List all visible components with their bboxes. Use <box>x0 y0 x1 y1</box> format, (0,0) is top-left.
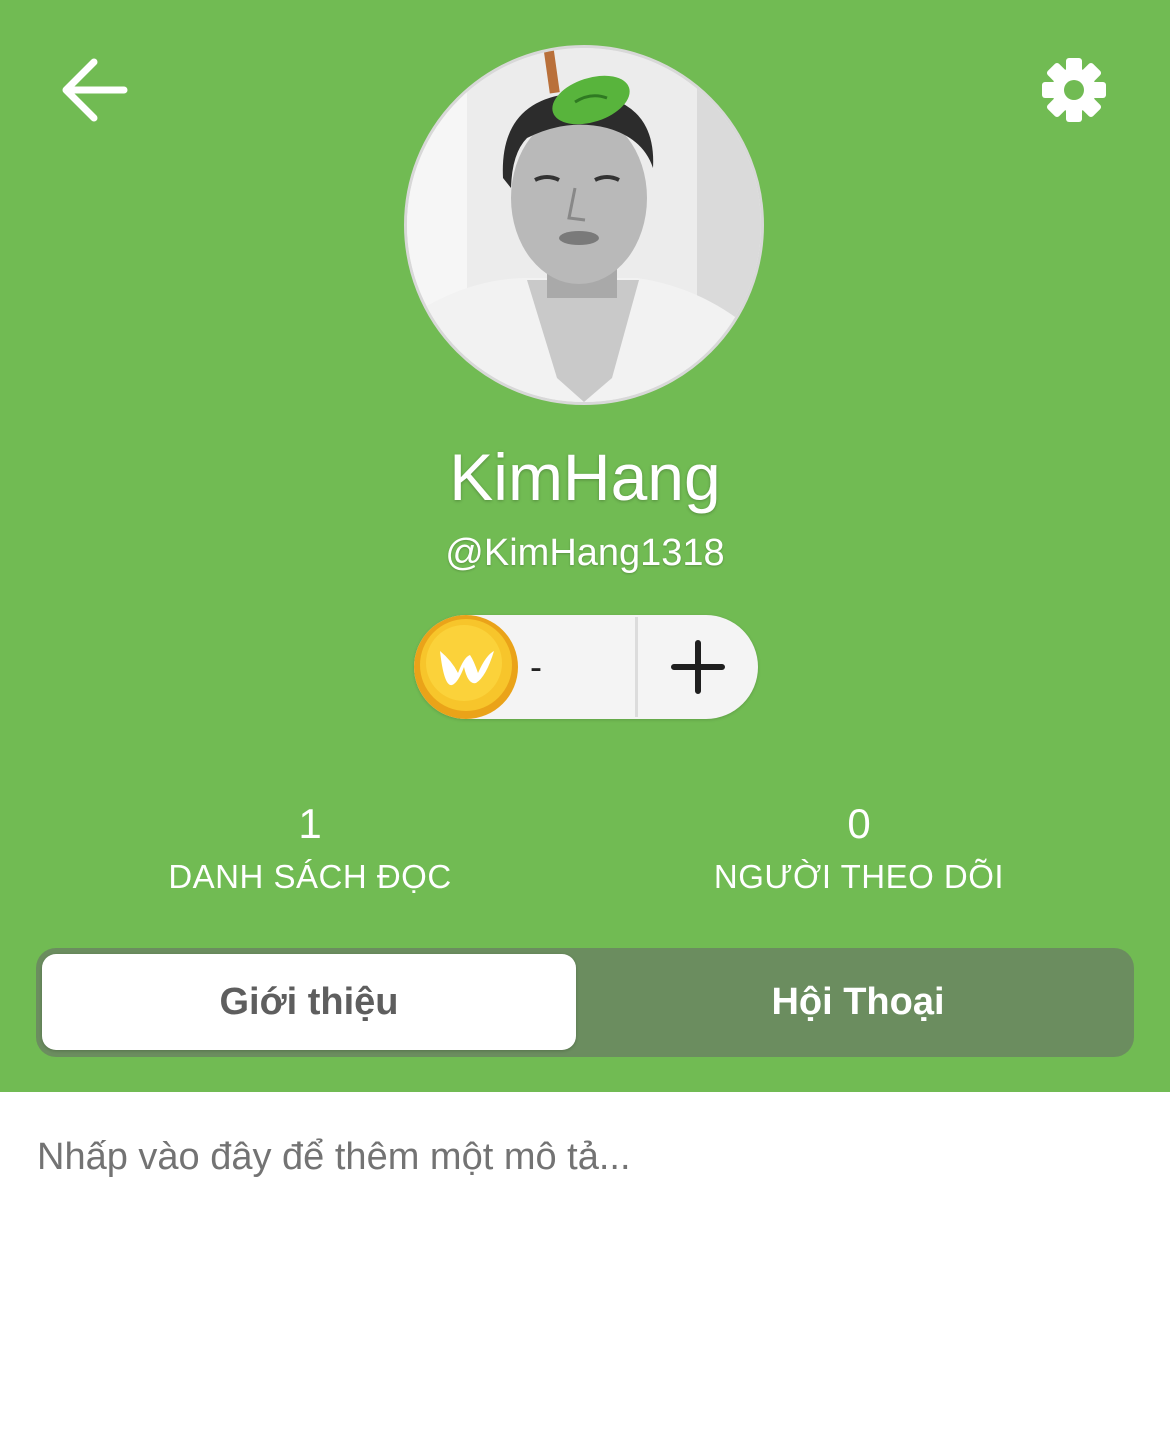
tab-conversation[interactable]: Hội Thoại <box>582 954 1134 1050</box>
display-name: KimHang <box>449 440 721 514</box>
arrow-left-icon <box>62 58 128 122</box>
settings-button[interactable] <box>1034 52 1114 132</box>
description-placeholder[interactable]: Nhấp vào đây để thêm một mô tả... <box>37 1128 1137 1186</box>
followers-stat[interactable]: 0 NGƯỜI THEO DÕI <box>609 796 1109 902</box>
reading-lists-stat[interactable]: 1 DANH SÁCH ĐỌC <box>60 796 560 902</box>
coin-balance: - <box>530 646 542 687</box>
avatar-photo <box>407 48 761 402</box>
profile-header: KimHang @KimHang1318 - 1 DANH SÁCH ĐỌC 0… <box>0 0 1170 1092</box>
wattpad-coin-icon <box>414 615 518 719</box>
followers-label: NGƯỜI THEO DÕI <box>713 858 1005 895</box>
gear-icon <box>1042 58 1106 122</box>
plus-icon <box>671 640 725 694</box>
reading-lists-label: DANH SÁCH ĐỌC <box>168 858 452 895</box>
reading-lists-count: 1 <box>298 800 322 847</box>
add-coins-button[interactable] <box>638 617 756 717</box>
tab-about[interactable]: Giới thiệu <box>42 954 576 1050</box>
back-button[interactable] <box>56 52 136 128</box>
avatar[interactable] <box>404 45 764 405</box>
profile-tabs: Giới thiệu Hội Thoại <box>36 948 1134 1057</box>
followers-count: 0 <box>847 800 871 847</box>
username: @KimHang1318 <box>445 532 725 574</box>
